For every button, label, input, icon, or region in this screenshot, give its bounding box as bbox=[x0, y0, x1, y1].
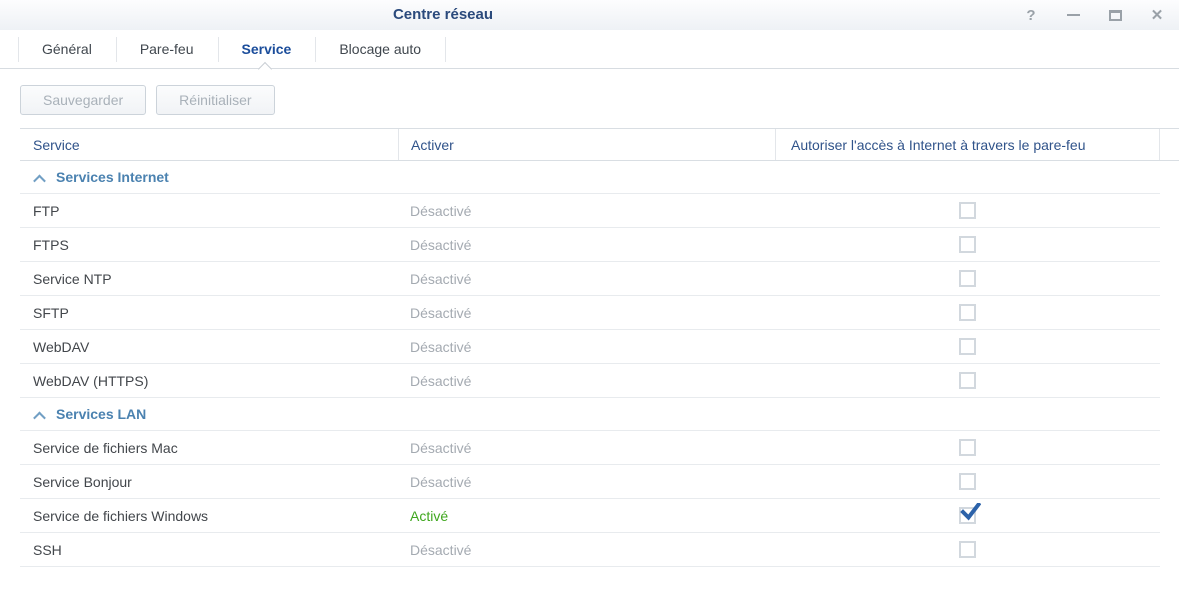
section-row[interactable]: Services Internet bbox=[20, 161, 1160, 194]
firewall-checkbox[interactable] bbox=[959, 236, 976, 253]
table-header: Service Activer Autoriser l'accès à Inte… bbox=[20, 128, 1179, 161]
minimize-icon[interactable] bbox=[1065, 7, 1081, 23]
service-name: WebDAV (HTTPS) bbox=[33, 372, 149, 389]
tab-pare-feu[interactable]: Pare-feu bbox=[115, 30, 218, 68]
firewall-checkbox[interactable] bbox=[959, 338, 976, 355]
table-row[interactable]: FTPS Désactivé bbox=[20, 228, 1160, 262]
firewall-checkbox[interactable] bbox=[959, 270, 976, 287]
service-status: Désactivé bbox=[410, 202, 472, 219]
tab-blocage-auto[interactable]: Blocage auto bbox=[315, 30, 445, 68]
firewall-checkbox[interactable] bbox=[959, 372, 976, 389]
column-header-firewall: Autoriser l'accès à Internet à travers l… bbox=[775, 129, 1160, 160]
table-body: Services Internet FTP Désactivé FTPS Dés… bbox=[20, 161, 1160, 567]
service-status: Activé bbox=[410, 507, 449, 524]
service-status: Désactivé bbox=[410, 372, 472, 389]
firewall-checkbox[interactable] bbox=[959, 473, 976, 490]
column-header-activer: Activer bbox=[398, 129, 775, 160]
table-row[interactable]: SSH Désactivé bbox=[20, 533, 1160, 567]
table-row[interactable]: Service de fichiers Windows Activé bbox=[20, 499, 1160, 533]
tab-bar: Général Pare-feu Service Blocage auto bbox=[0, 30, 1179, 69]
maximize-icon[interactable] bbox=[1107, 7, 1123, 23]
window-titlebar: Centre réseau ? ✕ bbox=[0, 0, 1179, 30]
tab-service[interactable]: Service bbox=[217, 30, 316, 68]
tab-général[interactable]: Général bbox=[18, 30, 116, 68]
section-title: Services Internet bbox=[56, 169, 169, 185]
save-button[interactable]: Sauvegarder bbox=[20, 85, 147, 115]
firewall-checkbox[interactable] bbox=[959, 503, 981, 524]
firewall-checkbox[interactable] bbox=[959, 541, 976, 558]
service-status: Désactivé bbox=[410, 304, 472, 321]
table-row[interactable]: WebDAV (HTTPS) Désactivé bbox=[20, 364, 1160, 398]
firewall-checkbox[interactable] bbox=[959, 202, 976, 219]
section-row[interactable]: Services LAN bbox=[20, 398, 1160, 431]
tab-label: Blocage auto bbox=[339, 41, 422, 57]
tab-label: Service bbox=[241, 41, 292, 57]
service-status: Désactivé bbox=[410, 270, 472, 287]
service-name: Service de fichiers Mac bbox=[33, 439, 178, 456]
close-icon[interactable]: ✕ bbox=[1149, 7, 1165, 23]
table-row[interactable]: Service Bonjour Désactivé bbox=[20, 465, 1160, 499]
service-name: Service Bonjour bbox=[33, 473, 132, 490]
service-status: Désactivé bbox=[410, 473, 472, 490]
table-row[interactable]: WebDAV Désactivé bbox=[20, 330, 1160, 364]
check-icon bbox=[960, 503, 981, 521]
tab-bar-end bbox=[445, 30, 447, 68]
service-name: SFTP bbox=[33, 304, 69, 321]
chevron-up-icon[interactable] bbox=[33, 174, 46, 187]
column-header-service: Service bbox=[33, 136, 80, 153]
service-status: Désactivé bbox=[410, 338, 472, 355]
service-table: Service Activer Autoriser l'accès à Inte… bbox=[0, 128, 1179, 567]
maximize-box bbox=[1108, 9, 1122, 21]
chevron-up-icon[interactable] bbox=[33, 411, 46, 424]
table-row[interactable]: Service NTP Désactivé bbox=[20, 262, 1160, 296]
service-name: SSH bbox=[33, 541, 62, 558]
help-icon[interactable]: ? bbox=[1023, 7, 1039, 23]
window-title: Centre réseau bbox=[392, 6, 494, 23]
service-name: FTPS bbox=[33, 236, 69, 253]
toolbar: Sauvegarder Réinitialiser bbox=[0, 69, 1179, 128]
section-title: Services LAN bbox=[56, 406, 147, 422]
minimize-bar bbox=[1066, 14, 1080, 16]
service-name: Service de fichiers Windows bbox=[33, 507, 209, 524]
service-status: Désactivé bbox=[410, 541, 472, 558]
firewall-checkbox[interactable] bbox=[959, 304, 976, 321]
service-status: Désactivé bbox=[410, 439, 472, 456]
firewall-checkbox[interactable] bbox=[959, 439, 976, 456]
service-name: FTP bbox=[33, 202, 60, 219]
service-status: Désactivé bbox=[410, 236, 472, 253]
service-name: Service NTP bbox=[33, 270, 112, 287]
table-row[interactable]: SFTP Désactivé bbox=[20, 296, 1160, 330]
service-name: WebDAV bbox=[33, 338, 90, 355]
window-controls: ? ✕ bbox=[1023, 0, 1165, 30]
tab-label: Général bbox=[42, 41, 92, 57]
tab-label: Pare-feu bbox=[139, 41, 194, 57]
table-row[interactable]: Service de fichiers Mac Désactivé bbox=[20, 431, 1160, 465]
reset-button[interactable]: Réinitialiser bbox=[156, 85, 275, 115]
table-row[interactable]: FTP Désactivé bbox=[20, 194, 1160, 228]
